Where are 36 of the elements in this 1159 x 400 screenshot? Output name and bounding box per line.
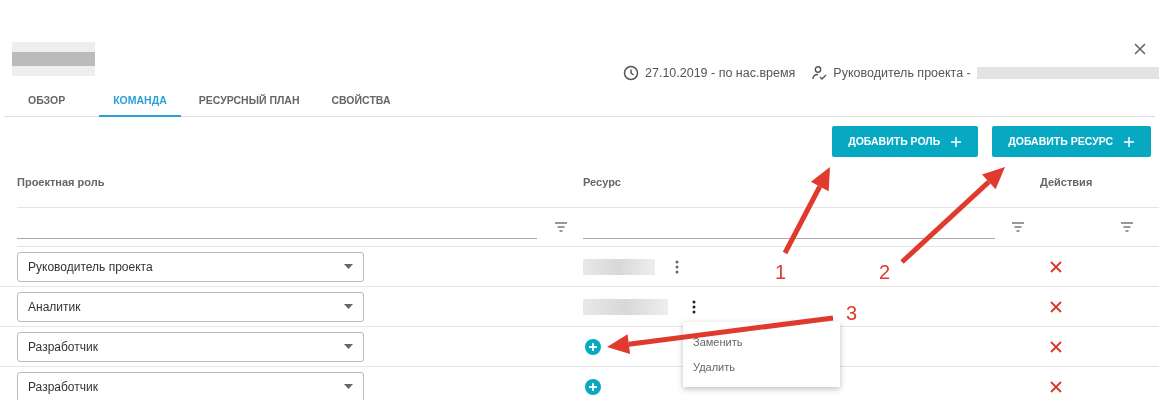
- plus-icon: [1123, 135, 1135, 148]
- delete-icon[interactable]: [1050, 261, 1062, 274]
- filter-icon[interactable]: [1120, 222, 1134, 232]
- tab[interactable]: ОБЗОР: [4, 86, 96, 117]
- add-circle-icon[interactable]: [585, 338, 601, 355]
- role-select[interactable]: Аналитик: [17, 291, 364, 322]
- delete-icon[interactable]: [1050, 301, 1062, 314]
- role-select[interactable]: Разработчик: [17, 331, 364, 362]
- delete-icon[interactable]: [1050, 341, 1062, 354]
- annotation-number: 1: [775, 262, 787, 282]
- menu-item[interactable]: Заменить: [683, 330, 840, 355]
- person-check-icon: [811, 65, 828, 82]
- filter-icon[interactable]: [1011, 222, 1025, 232]
- annotation-number: 3: [846, 303, 858, 323]
- dropdown-caret-icon: [344, 264, 353, 269]
- role-select[interactable]: Руководитель проекта: [17, 251, 364, 282]
- delete-icon[interactable]: [1050, 381, 1062, 394]
- annotation-number: 2: [879, 262, 891, 282]
- column-header: Проектная роль: [17, 176, 105, 189]
- column-header: Ресурс: [583, 176, 621, 189]
- menu-item[interactable]: Удалить: [683, 354, 840, 379]
- add-circle-icon[interactable]: [585, 378, 601, 395]
- blurred-resource-name: [583, 258, 655, 275]
- tab[interactable]: СВОЙСТВА: [317, 86, 405, 117]
- more-icon[interactable]: [692, 299, 696, 314]
- tab[interactable]: РЕСУРСНЫЙ ПЛАН: [184, 86, 314, 117]
- period-text: 27.10.2019 - по нас.время: [645, 65, 796, 82]
- dropdown-caret-icon: [344, 304, 353, 309]
- column-header: Действия: [1040, 176, 1093, 189]
- filter-icon[interactable]: [554, 222, 568, 232]
- manager-label: Руководитель проекта -: [833, 65, 971, 82]
- plus-icon: [950, 135, 963, 148]
- dropdown-caret-icon: [344, 344, 353, 349]
- clock-icon: [623, 65, 639, 82]
- dropdown-caret-icon: [344, 384, 353, 389]
- role-select[interactable]: Разработчик: [17, 371, 364, 400]
